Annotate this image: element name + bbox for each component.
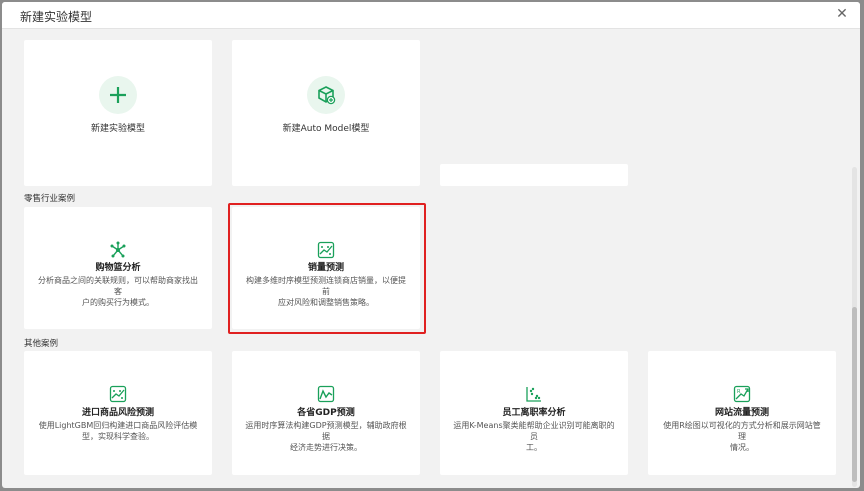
section-other-title: 其他案例 xyxy=(24,339,59,349)
create-experiment-card[interactable]: 新建实验模型 xyxy=(24,40,212,186)
case-title: 员工离职率分析 xyxy=(502,408,566,418)
dialog-title: 新建实验模型 xyxy=(20,10,93,24)
selected-card-highlight xyxy=(228,203,426,334)
case-card-import-risk[interactable]: 进口商品风险预测 使用LightGBM回归构建进口商品风险评估模 型，实现科学查… xyxy=(24,351,212,475)
case-title: 购物篮分析 xyxy=(95,263,141,273)
case-title: 网站流量预测 xyxy=(714,408,769,418)
create-automodel-card[interactable]: 新建Auto Model模型 xyxy=(232,40,420,186)
case-desc-line: 型，实现科学查验。 xyxy=(82,432,154,441)
svg-text:R: R xyxy=(737,389,741,395)
dialog-titlebar: 新建实验模型 ✕ xyxy=(2,2,860,29)
plus-icon-circle xyxy=(99,76,137,114)
case-desc-line: 使用LightGBM回归构建进口商品风险评估模 xyxy=(38,421,198,430)
r-chart-icon: R xyxy=(733,385,751,403)
section-retail-title: 零售行业案例 xyxy=(24,194,76,204)
create-experiment-label: 新建实验模型 xyxy=(90,124,145,134)
case-card-traffic-forecast[interactable]: R 网站流量预测 使用R绘图以可视化的方式分析和展示网站管理 情况。 xyxy=(648,351,836,475)
case-title: 各省GDP预测 xyxy=(297,408,355,418)
case-card-basket-analysis[interactable]: 购物篮分析 分析商品之间的关联规则，可以帮助商家找出客 户的购买行为模式。 xyxy=(24,207,212,329)
case-desc-line: 经济走势进行决策。 xyxy=(290,443,362,452)
close-icon[interactable]: ✕ xyxy=(834,6,850,22)
cube-plus-icon xyxy=(318,86,336,105)
plus-icon xyxy=(110,87,126,103)
new-experiment-dialog: 新建实验模型 ✕ 新建实验模型 新建Auto Model模型 零售行业案例 购物… xyxy=(2,2,860,488)
case-title: 进口商品风险预测 xyxy=(81,408,154,418)
case-desc-line: 户的购买行为模式。 xyxy=(82,298,154,307)
case-desc-line: 使用R绘图以可视化的方式分析和展示网站管理 xyxy=(663,421,821,441)
placeholder-card xyxy=(440,164,628,186)
case-desc-line: 工。 xyxy=(526,443,542,452)
case-desc-line: 运用时序算法构建GDP预测模型，辅助政府根据 xyxy=(245,421,407,441)
case-desc-line: 运用K-Means聚类能帮助企业识别可能离职的员 xyxy=(453,421,615,441)
case-desc-line: 分析商品之间的关联规则，可以帮助商家找出客 xyxy=(38,276,198,296)
network-icon xyxy=(110,241,126,258)
scrollbar-thumb[interactable] xyxy=(852,307,857,482)
cluster-icon xyxy=(526,387,541,402)
case-card-attrition-analysis[interactable]: 员工离职率分析 运用K-Means聚类能帮助企业识别可能离职的员 工。 xyxy=(440,351,628,475)
create-automodel-label: 新建Auto Model模型 xyxy=(282,124,370,134)
cube-icon-circle xyxy=(307,76,345,114)
case-desc-line: 情况。 xyxy=(730,443,754,452)
line-chart-icon xyxy=(317,385,335,403)
chart-scatter-icon xyxy=(109,385,127,403)
case-card-gdp-forecast[interactable]: 各省GDP预测 运用时序算法构建GDP预测模型，辅助政府根据 经济走势进行决策。 xyxy=(232,351,420,475)
